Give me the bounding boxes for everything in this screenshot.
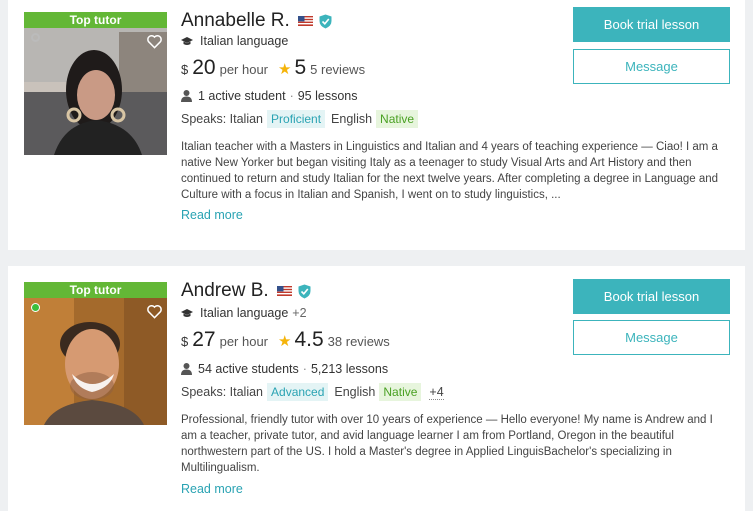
separator-dot: · bbox=[289, 89, 294, 103]
book-trial-lesson-button[interactable]: Book trial lesson bbox=[573, 7, 730, 42]
price-unit: per hour bbox=[219, 334, 269, 349]
separator-dot: · bbox=[302, 362, 307, 376]
rating-value: 4.5 bbox=[294, 328, 324, 351]
read-more-link[interactable]: Read more bbox=[181, 482, 243, 496]
price-rating-row: $ 20 per hour ★ 5 5 reviews bbox=[181, 56, 365, 80]
students-lessons-row: 1 active student · 95 lessons bbox=[181, 89, 358, 103]
price-unit: per hour bbox=[219, 62, 269, 77]
star-icon: ★ bbox=[278, 61, 292, 78]
spoken-language: Italian bbox=[229, 385, 264, 399]
lessons-count: 5,213 lessons bbox=[310, 362, 389, 376]
tutor-name-row: Andrew B. bbox=[181, 280, 311, 302]
favorite-heart-icon[interactable] bbox=[146, 34, 163, 49]
graduation-cap-icon bbox=[181, 308, 193, 317]
currency-symbol: $ bbox=[181, 62, 189, 77]
graduation-cap-icon bbox=[181, 36, 193, 45]
message-button[interactable]: Message bbox=[573, 49, 730, 84]
spoken-language: English bbox=[331, 112, 373, 126]
active-students: 54 active students bbox=[198, 362, 299, 376]
tutor-photo[interactable]: Top tutor bbox=[24, 282, 167, 425]
active-students: 1 active student bbox=[198, 89, 286, 103]
language-level-tag: Advanced bbox=[267, 383, 329, 401]
online-status-icon bbox=[31, 303, 40, 312]
tutor-photo[interactable]: Top tutor bbox=[24, 12, 167, 155]
tutor-card-annabelle: Top tutor Annabelle R. Italian language … bbox=[8, 0, 745, 250]
price-rating-row: $ 27 per hour ★ 4.5 38 reviews bbox=[181, 328, 390, 352]
top-tutor-badge: Top tutor bbox=[24, 282, 167, 298]
verified-shield-icon bbox=[319, 14, 332, 28]
language-label: Italian language bbox=[200, 34, 289, 48]
message-button[interactable]: Message bbox=[573, 320, 730, 355]
language-level-tag: Native bbox=[376, 110, 419, 128]
speaks-label: Speaks: bbox=[181, 112, 227, 126]
speaks-row: Speaks: Italian Advanced English Native … bbox=[181, 383, 444, 401]
read-more-link[interactable]: Read more bbox=[181, 208, 243, 222]
speaks-label: Speaks: bbox=[181, 385, 227, 399]
verified-shield-icon bbox=[298, 284, 311, 298]
tutor-description: Professional, friendly tutor with over 1… bbox=[181, 414, 713, 474]
teaching-language: Italian language bbox=[181, 34, 288, 48]
currency-symbol: $ bbox=[181, 334, 189, 349]
students-lessons-row: 54 active students · 5,213 lessons bbox=[181, 362, 388, 376]
us-flag-icon bbox=[276, 286, 292, 296]
person-icon bbox=[181, 363, 192, 375]
language-level-tag: Native bbox=[379, 383, 422, 401]
extra-languages-count[interactable]: +2 bbox=[292, 306, 306, 320]
price-amount: 20 bbox=[192, 56, 216, 79]
top-tutor-badge: Top tutor bbox=[24, 12, 167, 28]
tutor-name[interactable]: Andrew B. bbox=[181, 280, 269, 302]
spoken-language: English bbox=[334, 385, 376, 399]
language-label: Italian language bbox=[200, 306, 289, 320]
spoken-language: Italian bbox=[229, 112, 264, 126]
tutor-description: Italian teacher with a Masters in Lingui… bbox=[181, 141, 719, 201]
person-icon bbox=[181, 90, 192, 102]
book-trial-lesson-button[interactable]: Book trial lesson bbox=[573, 279, 730, 314]
more-spoken-languages[interactable]: +4 bbox=[429, 385, 444, 400]
teaching-language: Italian language +2 bbox=[181, 306, 307, 320]
price-amount: 27 bbox=[192, 328, 216, 351]
favorite-heart-icon[interactable] bbox=[146, 304, 163, 319]
reviews-count[interactable]: 5 reviews bbox=[310, 62, 365, 77]
reviews-count[interactable]: 38 reviews bbox=[328, 334, 390, 349]
rating-value: 5 bbox=[294, 56, 307, 79]
lessons-count: 95 lessons bbox=[297, 89, 358, 103]
language-level-tag: Proficient bbox=[267, 110, 326, 128]
offline-status-icon bbox=[31, 33, 40, 42]
tutor-card-andrew: Top tutor Andrew B. Italian language +2 … bbox=[8, 266, 745, 511]
speaks-row: Speaks: Italian Proficient English Nativ… bbox=[181, 110, 424, 128]
us-flag-icon bbox=[297, 16, 313, 26]
star-icon: ★ bbox=[278, 333, 292, 350]
tutor-name[interactable]: Annabelle R. bbox=[181, 10, 290, 32]
tutor-name-row: Annabelle R. bbox=[181, 10, 332, 32]
